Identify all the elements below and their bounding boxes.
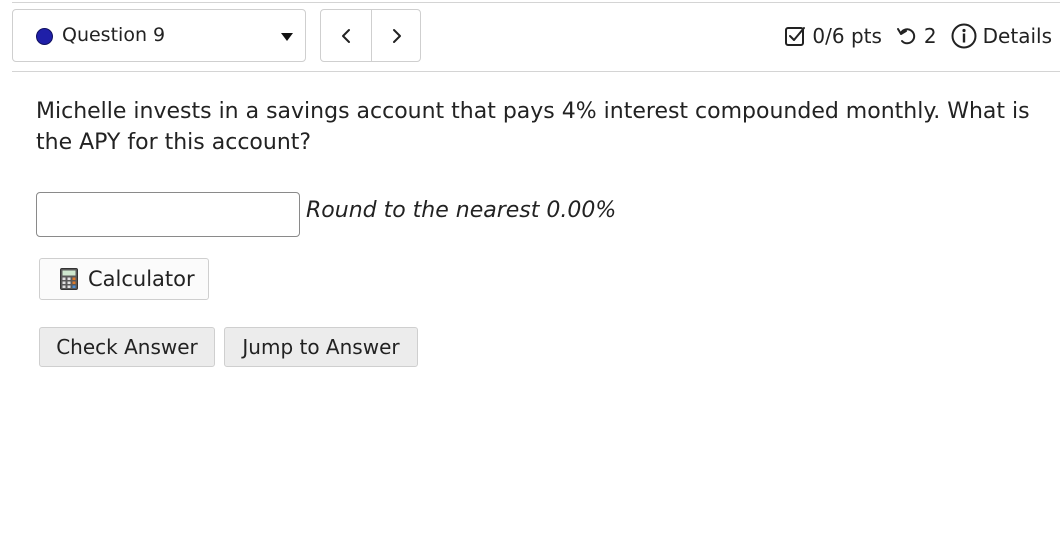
check-answer-button[interactable]: Check Answer <box>39 327 215 367</box>
retry-icon <box>896 28 916 45</box>
chevron-right-icon <box>393 28 401 43</box>
details-label: Details <box>982 24 1052 48</box>
question-selector[interactable]: Question 9 <box>12 9 306 62</box>
chevron-left-icon <box>342 28 350 43</box>
checkbox-icon <box>785 27 806 46</box>
previous-question-button[interactable] <box>321 10 372 61</box>
question-text: Michelle invests in a savings account th… <box>36 99 1030 155</box>
calculator-icon <box>60 268 78 290</box>
chevron-down-icon <box>281 33 293 41</box>
jump-to-answer-button[interactable]: Jump to Answer <box>224 327 418 367</box>
answer-input[interactable] <box>36 192 300 237</box>
question-status: 0/6 pts 2 Details <box>784 20 1052 52</box>
attempts-count: 2 <box>923 24 937 48</box>
points-label: 0/6 pts <box>812 24 882 48</box>
details-button[interactable]: Details <box>951 23 1052 49</box>
question-status-dot <box>36 28 53 45</box>
top-divider <box>12 2 1060 3</box>
question-selector-label: Question 9 <box>62 24 166 46</box>
question-nav <box>320 9 421 62</box>
next-question-button[interactable] <box>372 10 422 61</box>
jump-to-answer-label: Jump to Answer <box>242 335 400 359</box>
check-answer-label: Check Answer <box>56 335 198 359</box>
header-divider <box>12 71 1060 72</box>
calculator-label: Calculator <box>88 267 195 291</box>
points-status: 0/6 pts <box>784 24 882 48</box>
attempts-status: 2 <box>896 24 937 48</box>
rounding-hint: Round to the nearest 0.00% <box>306 198 617 223</box>
calculator-button[interactable]: Calculator <box>39 258 209 300</box>
info-icon <box>951 23 977 49</box>
